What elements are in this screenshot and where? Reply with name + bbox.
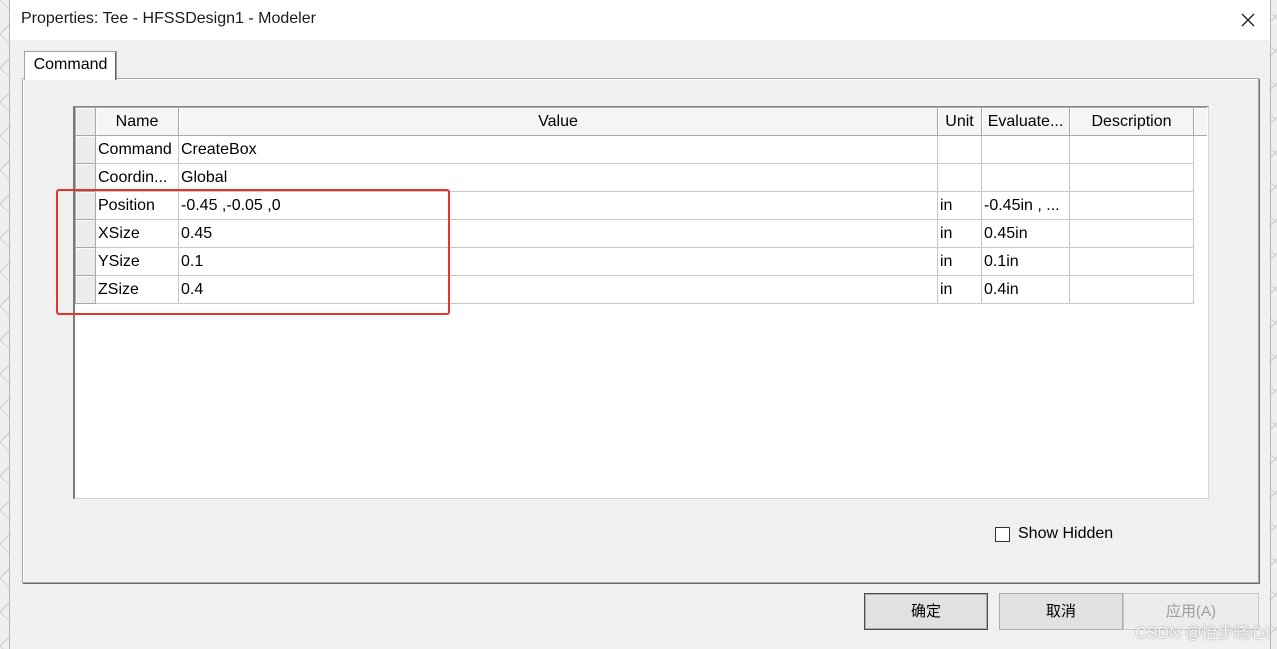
cell-unit[interactable]: in <box>937 247 982 276</box>
cell-evaluated[interactable] <box>981 163 1070 192</box>
cell-name[interactable]: Command <box>95 135 179 164</box>
window-title: Properties: Tee - HFSSDesign1 - Modeler <box>21 10 316 27</box>
table-row[interactable]: Command CreateBox <box>75 135 1207 164</box>
cell-description[interactable] <box>1069 219 1194 248</box>
cell-unit[interactable]: in <box>937 275 982 304</box>
cell-name[interactable]: ZSize <box>95 275 179 304</box>
row-filler <box>1194 248 1207 276</box>
row-header[interactable] <box>75 219 96 248</box>
title-bar: Properties: Tee - HFSSDesign1 - Modeler <box>10 0 1270 40</box>
cell-evaluated[interactable]: 0.45in <box>981 219 1070 248</box>
cell-value[interactable]: -0.45 ,-0.05 ,0 <box>178 191 938 220</box>
column-header-description[interactable]: Description <box>1069 107 1194 136</box>
cell-value[interactable]: CreateBox <box>178 135 938 164</box>
column-header-value[interactable]: Value <box>178 107 938 136</box>
property-grid[interactable]: Name Value Unit Evaluate... Description … <box>73 106 1209 499</box>
cell-unit[interactable]: in <box>937 219 982 248</box>
corner-cell <box>75 107 96 136</box>
row-filler <box>1194 164 1207 192</box>
cell-value[interactable]: 0.4 <box>178 275 938 304</box>
cell-evaluated[interactable]: 0.4in <box>981 275 1070 304</box>
show-hidden-checkbox[interactable]: Show Hidden <box>995 524 1113 544</box>
cell-unit[interactable] <box>937 163 982 192</box>
column-header-evaluated[interactable]: Evaluate... <box>981 107 1070 136</box>
ok-button[interactable]: 确定 <box>864 593 988 630</box>
table-row[interactable]: YSize 0.1 in 0.1in <box>75 247 1207 276</box>
property-table: Name Value Unit Evaluate... Description … <box>75 107 1207 304</box>
table-row[interactable]: Position -0.45 ,-0.05 ,0 in -0.45in , ..… <box>75 191 1207 220</box>
row-header[interactable] <box>75 191 96 220</box>
cell-description[interactable] <box>1069 163 1194 192</box>
checkbox-box[interactable] <box>995 526 1010 542</box>
cell-description[interactable] <box>1069 275 1194 304</box>
cell-evaluated[interactable]: -0.45in , ... <box>981 191 1070 220</box>
close-button[interactable] <box>1232 4 1264 36</box>
row-filler <box>1194 192 1207 220</box>
row-filler <box>1194 276 1207 304</box>
table-row[interactable]: Coordin... Global <box>75 163 1207 192</box>
cell-description[interactable] <box>1069 191 1194 220</box>
cell-value[interactable]: Global <box>178 163 938 192</box>
table-row[interactable]: XSize 0.45 in 0.45in <box>75 219 1207 248</box>
cell-name[interactable]: Position <box>95 191 179 220</box>
table-row[interactable]: ZSize 0.4 in 0.4in <box>75 275 1207 304</box>
header-filler <box>1193 107 1207 136</box>
cell-value[interactable]: 0.45 <box>178 219 938 248</box>
column-header-unit[interactable]: Unit <box>937 107 982 136</box>
properties-dialog: Properties: Tee - HFSSDesign1 - Modeler … <box>10 0 1270 649</box>
grid-header-row: Name Value Unit Evaluate... Description <box>75 107 1207 136</box>
cell-name[interactable]: YSize <box>95 247 179 276</box>
row-header[interactable] <box>75 135 96 164</box>
watermark-text: CSDN @怡步晓心l <box>1135 625 1269 642</box>
cell-unit[interactable]: in <box>937 191 982 220</box>
cell-description[interactable] <box>1069 247 1194 276</box>
column-header-name[interactable]: Name <box>95 107 179 136</box>
cell-unit[interactable] <box>937 135 982 164</box>
cell-value[interactable]: 0.1 <box>178 247 938 276</box>
cell-name[interactable]: XSize <box>95 219 179 248</box>
cancel-button[interactable]: 取消 <box>999 593 1123 630</box>
cell-description[interactable] <box>1069 135 1194 164</box>
cell-name[interactable]: Coordin... <box>95 163 179 192</box>
row-header[interactable] <box>75 275 96 304</box>
row-filler <box>1194 136 1207 164</box>
show-hidden-label: Show Hidden <box>1018 525 1114 542</box>
tab-command[interactable]: Command <box>24 51 117 80</box>
row-header[interactable] <box>75 247 96 276</box>
cell-evaluated[interactable]: 0.1in <box>981 247 1070 276</box>
cell-evaluated[interactable] <box>981 135 1070 164</box>
close-icon <box>1241 13 1255 27</box>
row-filler <box>1194 220 1207 248</box>
row-header[interactable] <box>75 163 96 192</box>
